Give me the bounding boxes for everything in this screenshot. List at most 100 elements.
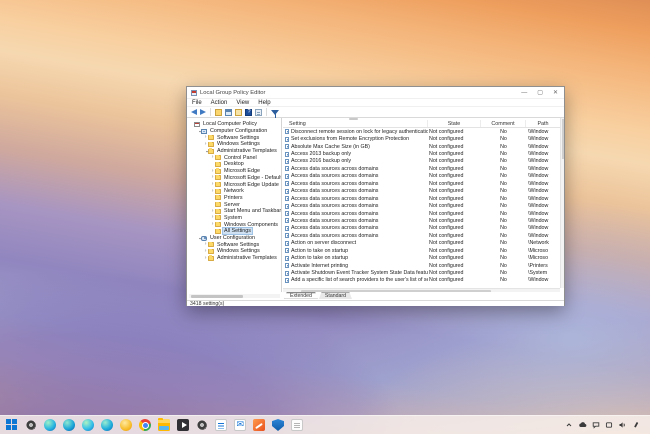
settings-gear-icon[interactable] — [25, 419, 37, 431]
setting-path: \Window — [526, 203, 560, 209]
tree-item[interactable]: Software Settings — [187, 241, 281, 248]
setting-row[interactable]: Access 2013 backup only Not configured N… — [283, 150, 560, 157]
setting-row[interactable]: Set exclusions from Remote Encryption Pr… — [283, 135, 560, 142]
setting-row[interactable]: Access data sources across domains Not c… — [283, 180, 560, 187]
volume-icon[interactable] — [618, 421, 627, 429]
setting-row[interactable]: Action on server disconnect Not configur… — [283, 240, 560, 247]
view-tab[interactable]: Standard — [319, 292, 352, 299]
reader-app-icon[interactable] — [215, 419, 227, 431]
tree-node-icon — [208, 256, 214, 261]
menu-item[interactable]: File — [192, 100, 202, 106]
setting-row[interactable]: Action to take on startup Not configured… — [283, 247, 560, 254]
start-button[interactable] — [6, 419, 18, 431]
policy-doc-icon — [285, 166, 289, 171]
policy-doc-icon — [285, 196, 289, 201]
tree-item[interactable]: Computer Configuration — [187, 128, 281, 135]
column-header-path[interactable]: Path — [526, 120, 560, 127]
office-app-icon[interactable] — [253, 419, 265, 431]
onedrive-cloud-icon[interactable] — [578, 421, 587, 429]
settings-gear-icon-2[interactable] — [196, 419, 208, 431]
minimize-button[interactable]: — — [521, 87, 527, 99]
column-header-state[interactable]: State — [428, 120, 481, 127]
policy-doc-icon — [285, 226, 289, 231]
tree-item[interactable]: User Configuration — [187, 235, 281, 242]
tree-item[interactable]: Software Settings — [187, 134, 281, 141]
tree-item[interactable]: Microsoft Edge - Default Sett... — [187, 175, 281, 182]
tree-item[interactable]: All Settings — [187, 228, 281, 235]
tree-item[interactable]: Microsoft Edge Update — [187, 181, 281, 188]
setting-path: \Window — [526, 144, 560, 150]
tree-item[interactable]: Printers — [187, 195, 281, 202]
filter-icon[interactable] — [271, 110, 279, 115]
edge-browser-icon-4[interactable] — [101, 419, 113, 431]
setting-row[interactable]: Activate Shutdown Event Tracker System S… — [283, 269, 560, 276]
tray-chevron-up-icon[interactable] — [565, 421, 573, 429]
notepad-icon[interactable] — [291, 419, 303, 431]
input-indicator-icon[interactable] — [605, 421, 613, 429]
export-list-icon[interactable] — [235, 109, 242, 116]
tree-item[interactable]: Start Menu and Taskbar — [187, 208, 281, 215]
title-bar[interactable]: Local Group Policy Editor — ▢ ✕ — [187, 87, 564, 99]
tree-item[interactable]: Windows Settings — [187, 141, 281, 148]
setting-row[interactable]: Activate Internet printing Not configure… — [283, 262, 560, 269]
menu-item[interactable]: View — [236, 100, 249, 106]
setting-row[interactable]: Access data sources across domains Not c… — [283, 232, 560, 239]
list-vertical-scrollbar[interactable] — [560, 118, 564, 288]
close-button[interactable]: ✕ — [553, 87, 558, 99]
menu-item[interactable]: Action — [211, 100, 228, 106]
policy-doc-icon — [285, 248, 289, 253]
tree-item[interactable]: Network — [187, 188, 281, 195]
file-explorer-icon[interactable] — [158, 419, 170, 431]
tree-item[interactable]: Control Panel — [187, 154, 281, 161]
windows-security-shield-icon[interactable] — [272, 419, 284, 431]
setting-row[interactable]: Disconnect remote session on lock for le… — [283, 128, 560, 135]
back-arrow-icon[interactable] — [191, 109, 197, 115]
edge-browser-icon-2[interactable] — [63, 419, 75, 431]
tree-item[interactable]: Administrative Templates — [187, 255, 281, 262]
chrome-canary-icon[interactable] — [120, 419, 132, 431]
media-player-icon[interactable] — [177, 419, 189, 431]
tree-item[interactable]: System — [187, 215, 281, 222]
help-icon[interactable] — [245, 109, 252, 116]
setting-row[interactable]: Access data sources across domains Not c… — [283, 173, 560, 180]
setting-name: Access data sources across domains — [291, 225, 378, 231]
setting-row[interactable]: Access data sources across domains Not c… — [283, 202, 560, 209]
tree-item[interactable]: Desktop — [187, 161, 281, 168]
column-header-setting[interactable]: Setting — [283, 120, 428, 127]
view-tab[interactable]: Extended — [284, 292, 318, 299]
tree-item[interactable]: Local Computer Policy — [187, 121, 281, 128]
edge-browser-icon-3[interactable] — [82, 419, 94, 431]
tree-item[interactable]: Administrative Templates — [187, 148, 281, 155]
show-console-tree-icon[interactable] — [215, 109, 222, 116]
menu-item[interactable]: Help — [258, 100, 270, 106]
maximize-button[interactable]: ▢ — [537, 87, 543, 99]
chat-icon[interactable] — [592, 421, 600, 429]
tree-item[interactable]: Windows Components — [187, 221, 281, 228]
setting-row[interactable]: Access data sources across domains Not c… — [283, 165, 560, 172]
tree-item[interactable]: Windows Settings — [187, 248, 281, 255]
chrome-icon[interactable] — [139, 419, 151, 431]
setting-row[interactable]: Action to take on startup Not configured… — [283, 254, 560, 261]
setting-name: Access data sources across domains — [291, 203, 378, 209]
column-header-comment[interactable]: Comment — [481, 120, 526, 127]
tree-item[interactable]: Server — [187, 201, 281, 208]
tree-horizontal-scrollbar[interactable] — [189, 294, 280, 298]
setting-row[interactable]: Absolute Max Cache Size (in GB) Not conf… — [283, 143, 560, 150]
setting-row[interactable]: Access data sources across domains Not c… — [283, 210, 560, 217]
tree-item-label: Administrative Templates — [216, 255, 278, 261]
setting-row[interactable]: Access data sources across domains Not c… — [283, 217, 560, 224]
setting-row[interactable]: Access 2016 backup only Not configured N… — [283, 158, 560, 165]
tree-item[interactable]: Microsoft Edge — [187, 168, 281, 175]
edge-browser-icon-1[interactable] — [44, 419, 56, 431]
setting-row[interactable]: Add a specific list of search providers … — [283, 277, 560, 284]
setting-path: \Window — [526, 196, 560, 202]
forward-arrow-icon[interactable] — [200, 109, 206, 115]
mail-icon[interactable] — [234, 419, 246, 431]
action-pane-icon[interactable] — [255, 109, 262, 116]
setting-row[interactable]: Access data sources across domains Not c… — [283, 188, 560, 195]
setting-row[interactable]: Access data sources across domains Not c… — [283, 225, 560, 232]
setting-row[interactable]: Access data sources across domains Not c… — [283, 195, 560, 202]
pen-icon[interactable] — [632, 421, 640, 429]
console-window-icon[interactable] — [225, 109, 232, 116]
policy-doc-icon — [285, 241, 289, 246]
